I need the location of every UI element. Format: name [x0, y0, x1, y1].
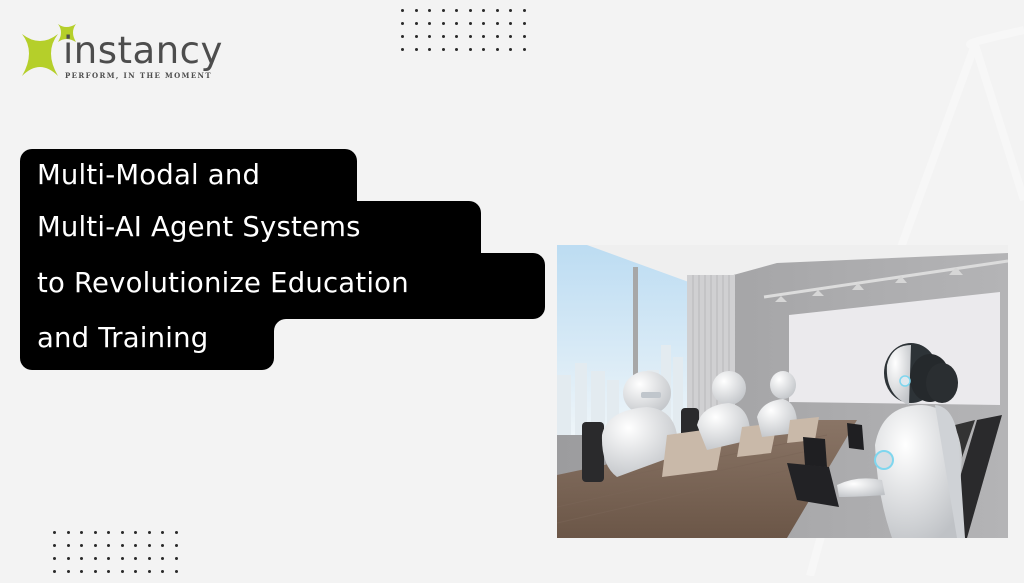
- dot: [174, 544, 178, 547]
- dot: [455, 9, 458, 12]
- brand-name: instancy: [63, 29, 223, 72]
- dot: [495, 22, 499, 25]
- dot: [441, 9, 445, 12]
- dot: [428, 35, 431, 38]
- dot-grid-bottom: [53, 531, 188, 583]
- dot: [401, 22, 404, 25]
- dot: [482, 48, 485, 51]
- dot: [147, 557, 151, 560]
- dot: [147, 570, 151, 573]
- dot: [161, 544, 164, 547]
- dot: [174, 531, 178, 534]
- dot: [509, 22, 512, 25]
- dot: [66, 544, 70, 547]
- dot: [495, 35, 499, 38]
- dot: [495, 9, 499, 12]
- corner-fillet: [274, 319, 286, 331]
- dot: [53, 570, 56, 573]
- dot: [455, 22, 458, 25]
- dot: [174, 557, 178, 560]
- dot: [428, 48, 431, 51]
- dot: [120, 557, 124, 560]
- dot: [134, 544, 137, 547]
- dot: [80, 531, 83, 534]
- dot: [522, 35, 526, 38]
- dot: [120, 531, 124, 534]
- dot: [468, 22, 472, 25]
- dot: [93, 570, 97, 573]
- dot: [80, 557, 83, 560]
- brand-tagline: PERFORM, IN THE MOMENT: [65, 71, 212, 80]
- dot: [107, 570, 110, 573]
- dot: [414, 48, 418, 51]
- dot: [161, 557, 164, 560]
- dot: [468, 35, 472, 38]
- instancy-logo[interactable]: instancy PERFORM, IN THE MOMENT: [18, 18, 248, 88]
- dot: [147, 531, 151, 534]
- dot: [522, 48, 526, 51]
- dot: [80, 544, 83, 547]
- dot: [161, 570, 164, 573]
- headline-line-3: to Revolutionize Education: [20, 253, 545, 319]
- dot: [174, 570, 178, 573]
- dot: [522, 22, 526, 25]
- robots-illustration: [557, 245, 1008, 538]
- dot: [441, 35, 445, 38]
- dot: [414, 9, 418, 12]
- dot: [428, 22, 431, 25]
- corner-fillet: [357, 201, 369, 213]
- dot: [80, 570, 83, 573]
- dot: [66, 570, 70, 573]
- dot: [509, 48, 512, 51]
- dot: [120, 544, 124, 547]
- headline-line-4: and Training: [20, 317, 274, 370]
- dot: [53, 544, 56, 547]
- dot: [93, 544, 97, 547]
- dot: [428, 9, 431, 12]
- dot: [107, 544, 110, 547]
- dot: [509, 35, 512, 38]
- dot: [93, 557, 97, 560]
- headline-line-2: Multi-AI Agent Systems: [20, 201, 481, 255]
- dot: [495, 48, 499, 51]
- robots-conference-photo: [557, 245, 1008, 538]
- dot: [53, 531, 56, 534]
- dot: [522, 9, 526, 12]
- dot: [468, 48, 472, 51]
- dot: [455, 35, 458, 38]
- dot: [441, 22, 445, 25]
- dot: [401, 48, 404, 51]
- dot: [482, 9, 485, 12]
- dot: [107, 557, 110, 560]
- corner-fillet: [481, 253, 493, 265]
- dot-grid-top: [401, 9, 536, 61]
- dot: [66, 531, 70, 534]
- headline-line-1: Multi-Modal and: [20, 149, 357, 203]
- dot: [66, 557, 70, 560]
- dot: [509, 9, 512, 12]
- dot: [134, 557, 137, 560]
- dot: [161, 531, 164, 534]
- dot: [107, 531, 110, 534]
- dot: [441, 48, 445, 51]
- dot: [401, 9, 404, 12]
- dot: [134, 570, 137, 573]
- dot: [468, 9, 472, 12]
- dot: [401, 35, 404, 38]
- dot: [414, 22, 418, 25]
- dot: [93, 531, 97, 534]
- dot: [53, 557, 56, 560]
- dot: [482, 35, 485, 38]
- dot: [482, 22, 485, 25]
- dot: [120, 570, 124, 573]
- dot: [134, 531, 137, 534]
- dot: [147, 544, 151, 547]
- dot: [455, 48, 458, 51]
- dot: [414, 35, 418, 38]
